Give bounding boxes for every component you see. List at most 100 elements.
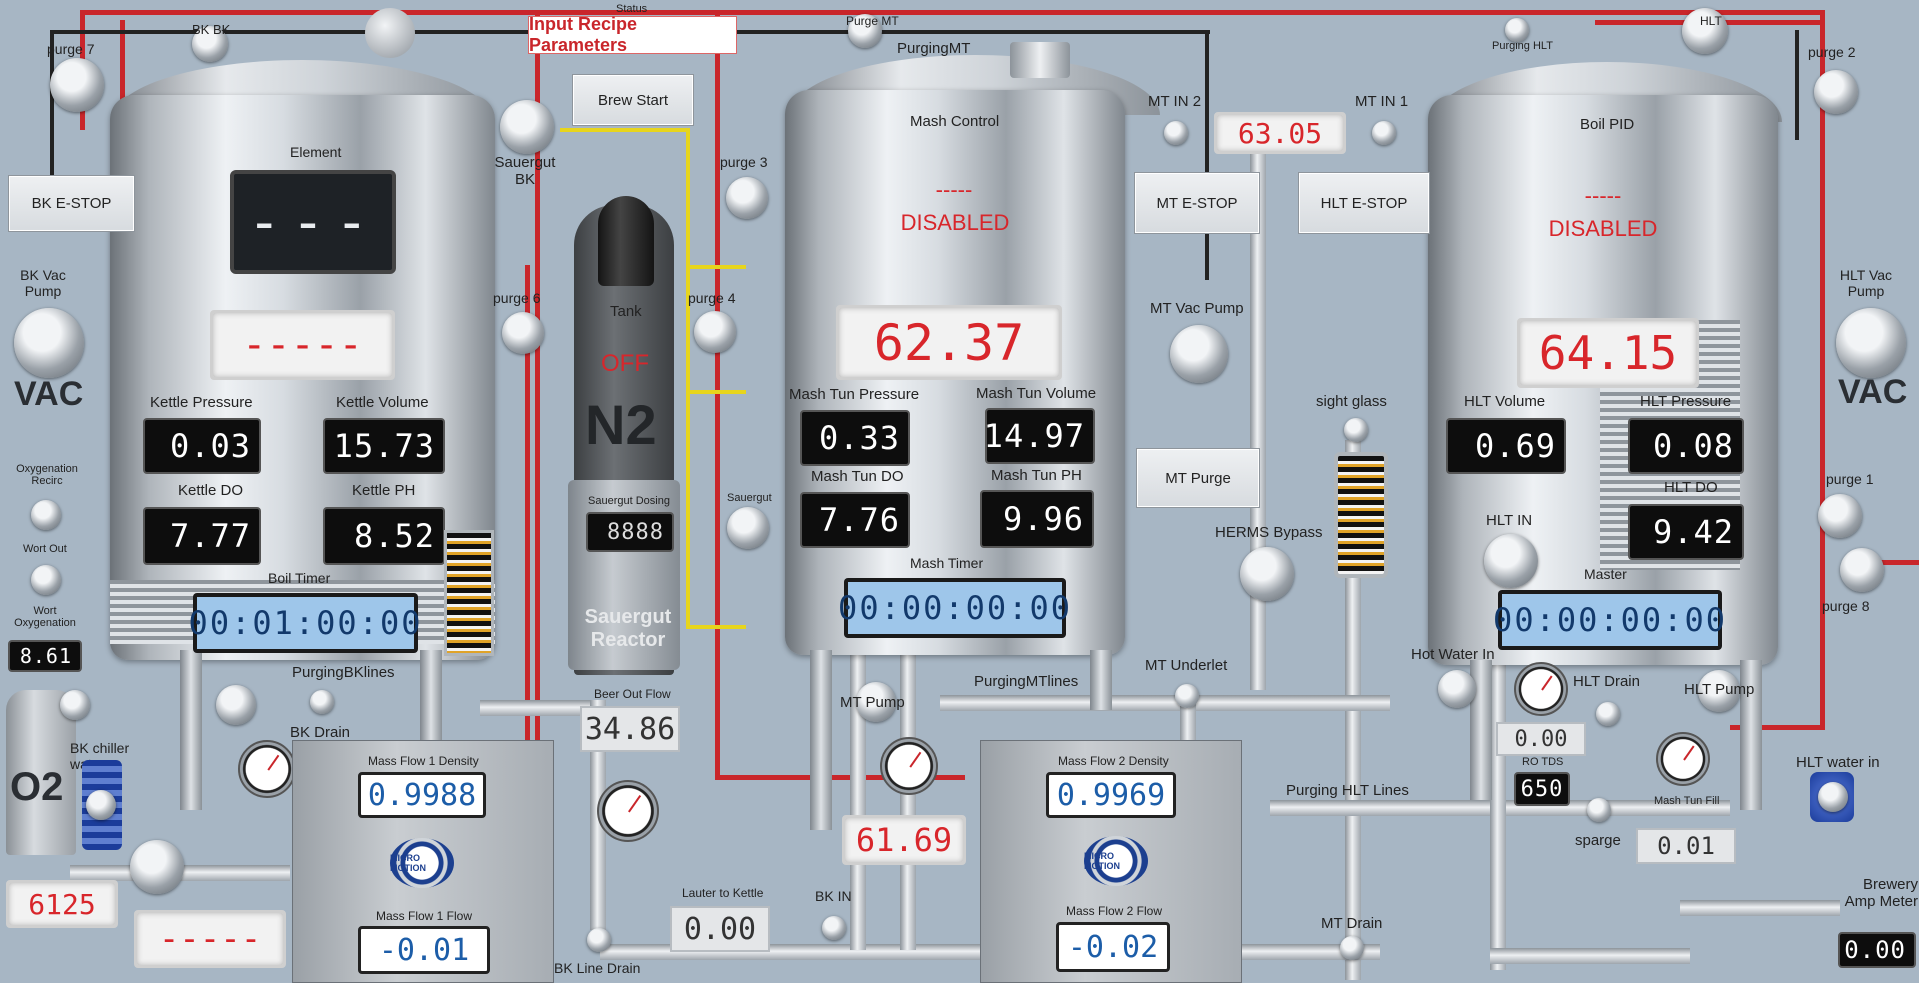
mf2-flow-label: Mass Flow 2 Flow bbox=[1066, 904, 1163, 918]
sight-glass-top-valve[interactable] bbox=[1344, 418, 1368, 442]
mt-in-display-value: 63.05 bbox=[1237, 116, 1323, 150]
ro-tds-label: RO TDS bbox=[1522, 756, 1564, 768]
purging-hlt-lines-label: Purging HLT Lines bbox=[1286, 782, 1409, 799]
hlt-estop-button[interactable]: HLT E-STOP bbox=[1298, 172, 1430, 234]
purge2-valve[interactable] bbox=[1814, 70, 1858, 114]
oxy-recirc-valve[interactable] bbox=[31, 500, 61, 530]
mt-ph-display: 9.96 bbox=[980, 490, 1094, 548]
o2-valve[interactable] bbox=[60, 690, 90, 720]
hlt-drain-label: HLT Drain bbox=[1573, 673, 1640, 690]
bk-in-valve[interactable] bbox=[822, 916, 846, 940]
mt-volume-label: Mash Tun Volume bbox=[976, 385, 1097, 402]
purge1-valve[interactable] bbox=[1818, 494, 1862, 538]
sauergut-dosing-display: 8888 bbox=[586, 512, 674, 552]
sauergut-reactor-text: Sauergut Reactor bbox=[584, 606, 672, 651]
bk-chiller-outlet-valve[interactable] bbox=[130, 840, 184, 894]
boil-pid-label: Boil PID bbox=[1580, 116, 1635, 133]
n2-tank-label: Tank bbox=[610, 303, 642, 320]
purging-hlt-label: Purging HLT bbox=[1492, 40, 1553, 52]
boil-pid-state: DISABLED bbox=[1548, 216, 1658, 241]
purging-mt-label: PurgingMT bbox=[897, 40, 971, 57]
mf1-micro-motion-logo: MICRO MOTION bbox=[390, 838, 454, 888]
hlt-drain-valve[interactable] bbox=[1596, 702, 1620, 726]
bk-bottom-display: ----- bbox=[134, 910, 286, 968]
mt-underlet-valve[interactable] bbox=[1175, 684, 1199, 708]
wort-out-label: Wort Out bbox=[23, 543, 67, 555]
mf2-logo-text: MICRO MOTION bbox=[1084, 851, 1120, 871]
bk-left-display: 6125 bbox=[6, 880, 118, 928]
sauergut-bk-label: Sauergut BK bbox=[492, 154, 558, 188]
hot-water-in-valve[interactable] bbox=[1438, 670, 1476, 708]
sauergut-dosing-label: Sauergut Dosing bbox=[588, 495, 670, 507]
mf2-micro-motion-logo: MICRO MOTION bbox=[1084, 836, 1148, 886]
mf2-flow-display: -0.02 bbox=[1056, 922, 1170, 972]
bk-drain-label: BK Drain bbox=[290, 724, 351, 741]
hlt-water-in-valve[interactable] bbox=[1818, 782, 1848, 812]
herms-bypass-valve[interactable] bbox=[1240, 547, 1294, 601]
purge4-valve[interactable] bbox=[694, 311, 736, 353]
hlt-temp-display: 64.15 bbox=[1517, 318, 1699, 388]
bk-pump-valve[interactable] bbox=[216, 685, 256, 725]
mt-ph-label: Mash Tun PH bbox=[991, 467, 1082, 484]
mt-bottom-display: 61.69 bbox=[842, 815, 966, 865]
purge7-valve[interactable] bbox=[50, 58, 104, 112]
beer-out-gauge bbox=[597, 780, 659, 842]
purge8-valve[interactable] bbox=[1840, 548, 1884, 592]
mash-timer-value: 00:00:00:00 bbox=[838, 582, 1070, 634]
mf1-density-display: 0.9988 bbox=[358, 772, 486, 818]
wort-out-valve[interactable] bbox=[31, 565, 61, 595]
brew-start-button[interactable]: Brew Start bbox=[572, 74, 694, 126]
sparge-valve[interactable] bbox=[1587, 798, 1611, 822]
mash-timer-label: Mash Timer bbox=[910, 555, 984, 571]
purge6-valve[interactable] bbox=[502, 312, 544, 354]
n2-tank-cap bbox=[598, 196, 654, 286]
oxy-recirc-label: Oxygenation Recirc bbox=[10, 463, 84, 487]
hlt-in-label: HLT IN bbox=[1486, 512, 1533, 529]
mt-pressure-display: 0.33 bbox=[800, 410, 910, 466]
mt-in1-valve[interactable] bbox=[1372, 121, 1396, 145]
master-timer-value: 00:00:00:00 bbox=[1493, 594, 1725, 646]
mt-in-display: 63.05 bbox=[1214, 112, 1346, 154]
mt-drain-label: MT Drain bbox=[1321, 915, 1383, 932]
purge3-valve[interactable] bbox=[726, 177, 768, 219]
kettle-ph-display: 8.52 bbox=[323, 507, 445, 565]
hlt-in-valve[interactable] bbox=[1484, 534, 1538, 588]
sauergut-valve[interactable] bbox=[727, 507, 769, 549]
beer-out-flow-label: Beer Out Flow bbox=[594, 687, 671, 701]
bk-element-value: --- bbox=[247, 189, 379, 255]
oxy-recirc-text: Oxygenation Recirc bbox=[16, 463, 78, 487]
mt-top-valve-label: Purge MT bbox=[846, 14, 899, 28]
mt-purge-button[interactable]: MT Purge bbox=[1136, 448, 1260, 508]
boil-pid-dash: ----- bbox=[1584, 183, 1622, 208]
mf1-flow-display: -0.01 bbox=[358, 926, 490, 974]
sauergut-bk-valve[interactable] bbox=[500, 100, 554, 154]
bk-line-drain-valve[interactable] bbox=[587, 928, 611, 952]
sauergut-reactor-label: Sauergut Reactor bbox=[580, 606, 676, 652]
mt-underlet-label: MT Underlet bbox=[1145, 657, 1228, 674]
mt-estop-button[interactable]: MT E-STOP bbox=[1134, 172, 1260, 234]
bk-estop-button[interactable]: BK E-STOP bbox=[8, 175, 135, 232]
bk-drain-gauge bbox=[238, 740, 296, 798]
purging-bklines-valve[interactable] bbox=[310, 690, 334, 714]
hlt-vac-pump-button[interactable] bbox=[1836, 308, 1906, 378]
hlt-temp-value: 64.15 bbox=[1538, 326, 1678, 380]
sauergut-valve-label: Sauergut bbox=[727, 492, 772, 504]
bk-chiller-valve[interactable] bbox=[86, 790, 116, 820]
o2-label: O2 bbox=[10, 765, 64, 809]
hlt-drain-gauge bbox=[1514, 662, 1568, 716]
hlt-water-in-label: HLT water in bbox=[1796, 754, 1880, 771]
wort-oxy-display: 8.61 bbox=[8, 640, 82, 672]
bk-vac-pump-button[interactable] bbox=[14, 308, 84, 378]
mt-drain-valve[interactable] bbox=[1340, 936, 1364, 960]
ro-display: 0.00 bbox=[1496, 722, 1586, 756]
mt-vac-pump-label: MT Vac Pump bbox=[1150, 300, 1244, 317]
mt-in2-valve[interactable] bbox=[1164, 121, 1188, 145]
bk-element-label: Element bbox=[290, 144, 342, 160]
hlt-pump-label: HLT Pump bbox=[1684, 681, 1755, 698]
mt-vac-pump-button[interactable] bbox=[1170, 325, 1228, 383]
purging-hlt-valve[interactable] bbox=[1505, 18, 1529, 42]
hlt-pressure-label: HLT Pressure bbox=[1640, 393, 1732, 410]
hlt-volume-label: HLT Volume bbox=[1464, 393, 1546, 410]
purge8-label: purge 8 bbox=[1822, 598, 1870, 614]
input-recipe-button[interactable]: Input Recipe Parameters bbox=[528, 14, 737, 55]
